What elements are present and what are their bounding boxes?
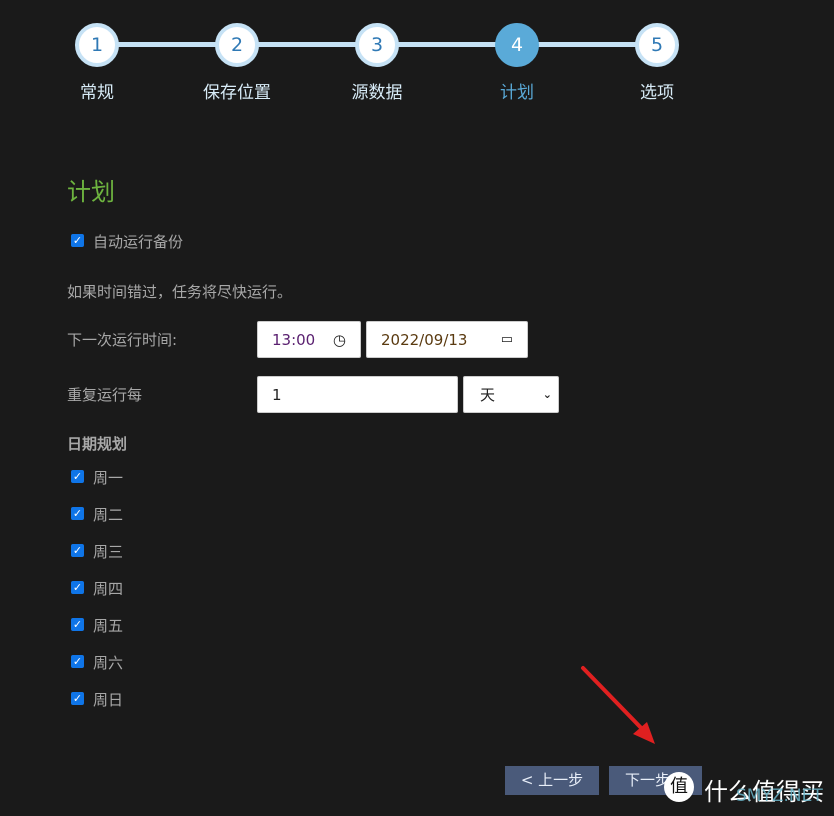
watermark-badge: 值	[664, 772, 694, 802]
repeat-unit-value: 天	[480, 386, 496, 404]
step-5-label[interactable]: 选项	[597, 78, 717, 103]
watermark-logo: 值 什么值得买 SMYZ.NET	[664, 768, 834, 808]
repeat-interval-input[interactable]: 1	[257, 376, 458, 413]
day-checkbox[interactable]: ✓	[71, 655, 84, 668]
step-4-circle[interactable]: 4	[495, 23, 539, 67]
day-checkbox[interactable]: ✓	[71, 581, 84, 594]
day-label: 周日	[93, 691, 124, 709]
day-label: 周六	[93, 654, 124, 672]
date-value: 2022/09/13	[381, 330, 468, 349]
day-checkbox[interactable]: ✓	[71, 692, 84, 705]
day-checkbox[interactable]: ✓	[71, 618, 84, 631]
step-1-label[interactable]: 常规	[37, 78, 157, 103]
day-checkbox[interactable]: ✓	[71, 507, 84, 520]
page-title: 计划	[67, 178, 115, 206]
calendar-icon[interactable]: ▭	[501, 332, 513, 347]
clock-icon[interactable]: ◷	[333, 331, 346, 349]
auto-run-checkbox[interactable]: ✓	[71, 234, 84, 247]
step-3-label[interactable]: 源数据	[317, 78, 437, 103]
time-value: 13:00	[272, 330, 316, 349]
repeat-interval-value: 1	[272, 385, 282, 404]
step-2-circle[interactable]: 2	[215, 23, 259, 67]
step-3-circle[interactable]: 3	[355, 23, 399, 67]
repeat-label: 重复运行每	[67, 386, 143, 404]
red-arrow-annotation	[581, 666, 655, 744]
auto-run-label: 自动运行备份	[93, 233, 184, 251]
day-label: 周二	[93, 506, 124, 524]
repeat-unit-select[interactable]: 天 ⌄	[463, 376, 559, 413]
schedule-heading: 日期规划	[67, 435, 128, 453]
watermark-sub: SMYZ.NET	[736, 786, 823, 806]
day-label: 周三	[93, 543, 124, 561]
time-input[interactable]: 13:00 ◷	[257, 321, 361, 358]
notice-text: 如果时间错过，任务将尽快运行。	[67, 283, 293, 301]
day-label: 周五	[93, 617, 124, 635]
next-run-label: 下一次运行时间:	[67, 331, 178, 349]
day-checkbox[interactable]: ✓	[71, 470, 84, 483]
step-1-circle[interactable]: 1	[75, 23, 119, 67]
day-label: 周四	[93, 580, 124, 598]
step-4-label[interactable]: 计划	[457, 78, 577, 103]
prev-button[interactable]: < 上一步	[505, 766, 599, 795]
step-2-label[interactable]: 保存位置	[177, 78, 297, 103]
day-checkbox[interactable]: ✓	[71, 544, 84, 557]
step-5-circle[interactable]: 5	[635, 23, 679, 67]
date-input[interactable]: 2022/09/13 ▭	[366, 321, 528, 358]
day-label: 周一	[93, 469, 124, 487]
chevron-down-icon: ⌄	[542, 388, 552, 401]
